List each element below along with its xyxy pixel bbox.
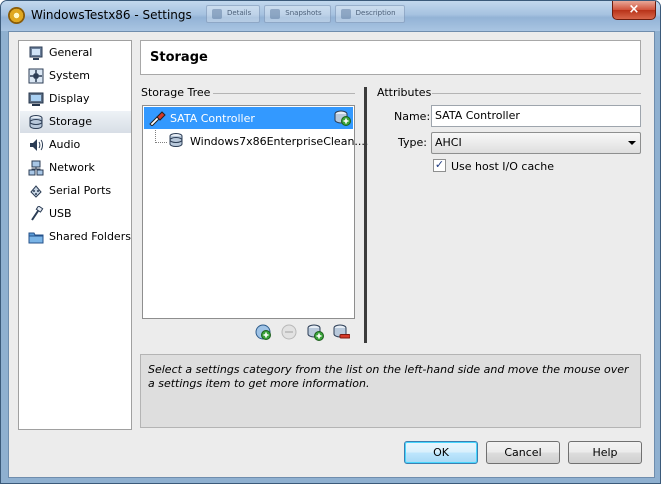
window-title: WindowsTestx86 - Settings [31,8,192,22]
settings-window: WindowsTestx86 - Settings Details Snapsh… [0,0,661,484]
sidebar-item-label: Storage [49,115,93,128]
app-gear-icon [8,7,25,24]
chevron-down-icon [628,141,636,145]
storage-icon [29,115,43,130]
storage-tree-group-rule [213,93,355,94]
sidebar-item-label: Serial Ports [49,184,112,197]
usb-icon [31,206,44,221]
help-info-text: Select a settings category from the list… [148,363,629,390]
background-tab-description: Description [334,5,405,23]
background-tabs: Details Snapshots Description [206,5,405,25]
add-attachment-icon[interactable] [306,323,324,341]
storage-tree-group-title: Storage Tree [141,86,211,99]
page-title: Storage [150,50,208,65]
storage-tree[interactable]: SATA Controller Windows7x86EnterpriseCle… [142,105,368,319]
general-icon [29,46,43,60]
sidebar-item-display[interactable]: Display [20,88,131,110]
type-label: Type: [398,136,427,149]
tree-connector [155,130,167,143]
sata-controller-icon [149,111,166,126]
sidebar-item-general[interactable]: General [20,42,131,64]
attributes-group-rule [432,93,641,94]
title-bar[interactable]: WindowsTestx86 - Settings Details Snapsh… [1,1,660,31]
controller-type-value: AHCI [435,136,462,149]
sidebar-item-system[interactable]: System [20,65,131,87]
controller-name-input[interactable]: SATA Controller [431,105,641,127]
category-list: General System Display Storage Audio Net… [18,40,132,430]
add-controller-icon[interactable] [254,323,272,341]
sidebar-item-label: System [49,69,91,82]
sidebar-item-label: Shared Folders [49,230,131,243]
sidebar-item-storage[interactable]: Storage [20,111,131,133]
network-icon [28,160,44,176]
attributes-group-title: Attributes [377,86,432,99]
dialog-client-area: General System Display Storage Audio Net… [8,31,655,478]
ok-button[interactable]: OK [404,441,478,464]
close-button[interactable]: × [612,1,656,20]
host-io-cache-checkbox[interactable]: ✓ [433,158,446,172]
cancel-button[interactable]: Cancel [486,441,560,464]
system-icon [28,68,44,84]
sidebar-item-label: USB [49,207,72,220]
display-icon [28,92,44,106]
background-tab-snapshots: Snapshots [264,5,331,23]
audio-icon [30,139,43,151]
host-io-cache-label[interactable]: Use host I/O cache [451,160,554,173]
add-hard-disk-icon[interactable] [334,109,351,126]
tree-controller-label: SATA Controller [170,112,255,125]
sidebar-item-shared-folders[interactable]: Shared Folders [20,226,131,248]
panel-separator [364,87,367,343]
sidebar-item-network[interactable]: Network [20,157,131,179]
sidebar-item-label: General [49,46,93,59]
sidebar-item-usb[interactable]: USB [20,203,131,225]
checkmark-icon: ✓ [434,158,445,171]
page-header: Storage [140,40,641,75]
name-label: Name: [394,110,431,123]
shared-folders-icon [28,232,44,244]
tree-attachment-label[interactable]: Windows7x86EnterpriseClean.... [190,135,368,148]
sidebar-item-label: Network [49,161,95,174]
tree-row-sata-controller[interactable]: SATA Controller [144,107,353,129]
background-tab-details: Details [206,5,261,23]
sidebar-item-label: Display [49,92,90,105]
controller-type-select[interactable]: AHCI [431,132,641,154]
sidebar-item-audio[interactable]: Audio [20,134,131,156]
help-info-box: Select a settings category from the list… [140,354,641,428]
remove-controller-icon[interactable] [280,323,298,341]
hard-disk-icon [169,133,183,148]
sidebar-item-label: Audio [49,138,81,151]
serial-ports-icon [30,185,42,198]
help-button[interactable]: Help [568,441,642,464]
sidebar-item-serial-ports[interactable]: Serial Ports [20,180,131,202]
remove-attachment-icon[interactable] [332,323,350,341]
